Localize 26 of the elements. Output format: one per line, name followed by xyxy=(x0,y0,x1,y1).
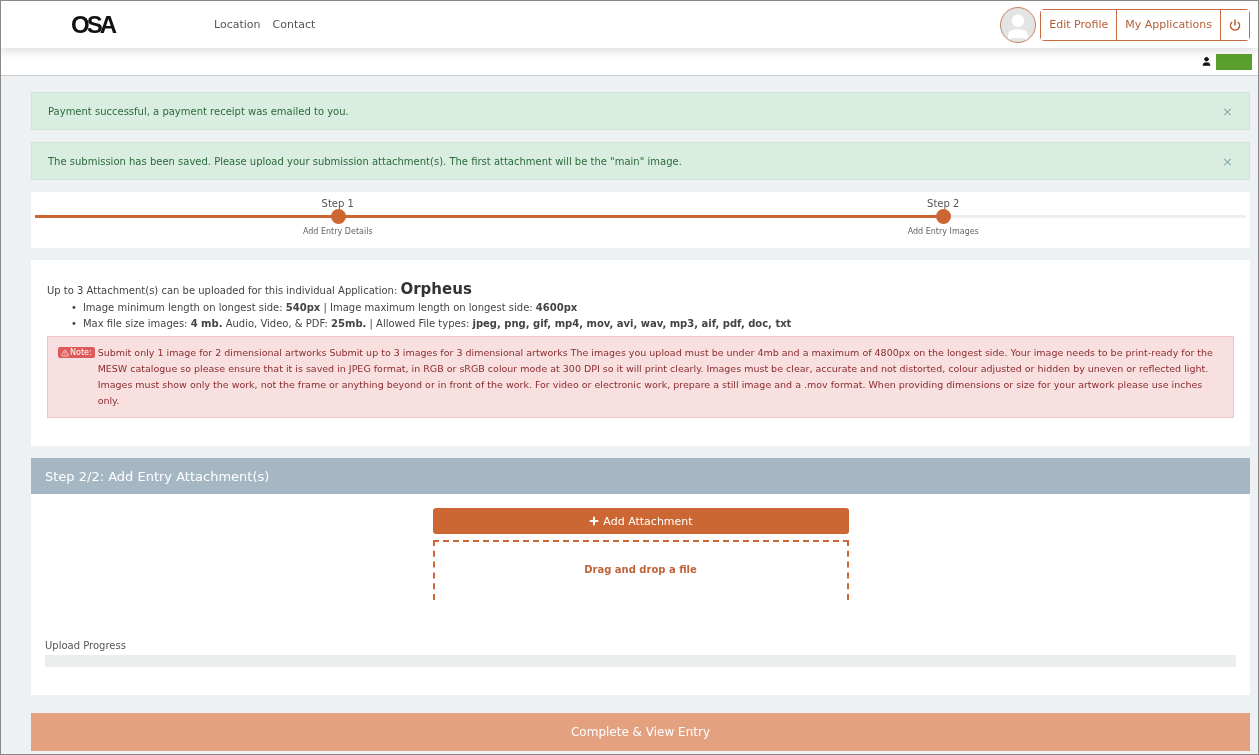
note-text: Submit only 1 image for 2 dimensional artworks Submit up to 3 images for 3 dimensional artworks The images you upload must be under 4mb and a maximum of 4800px on the longest side. Your image needs to be print-ready for the MESW catalogue so please ensure that it is saved in JPEG format, in RGB or sRGB colour mode at 300 DPI so it will print clearly. Images must be clear, accurate and not distorted, colour adjusted or hidden by uneven or reflected light. Images must show only the work, not the frame or anything beyond or in front of the work. For video or electronic work, prepare a still image and a .mov format. When providing dimensions or size for your artwork please use inches only. xyxy=(97,346,1214,408)
requirement-text: Max file size images: 4 mb. Audio, Video, & PDF: 25mb. | Allowed File types: jpeg, png, gif, mp4, mov, avi, wav, mp3, aif, pdf, doc, txt xyxy=(82,317,792,332)
panel-title: Step 2/2: Add Entry Attachment(s) xyxy=(31,458,1250,494)
status-bar xyxy=(1216,53,1252,70)
user-icon xyxy=(1201,56,1212,67)
power-button[interactable] xyxy=(1220,9,1249,40)
note-badge: Note: xyxy=(58,347,95,358)
step-caption: Add Entry Images xyxy=(907,227,979,236)
avatar-icon[interactable] xyxy=(1000,6,1037,43)
step-caption: Add Entry Details xyxy=(302,227,373,236)
drop-zone[interactable]: Drag and drop a file xyxy=(432,540,849,600)
alert-text: Payment successful, a payment receipt was emailed to you. xyxy=(48,105,349,117)
step-title: Step 1 xyxy=(321,198,354,209)
logo[interactable]: OSA xyxy=(71,10,114,39)
nav-link[interactable]: Contact xyxy=(272,18,316,31)
plus-icon xyxy=(588,515,601,527)
progress-label: Upload Progress xyxy=(45,640,127,651)
nav-link[interactable]: Location xyxy=(214,18,261,31)
power-icon xyxy=(1229,18,1241,31)
step-title: Step 2 xyxy=(927,198,960,209)
bullet-marker: • xyxy=(71,317,77,331)
upload-intro: Up to 3 Attachment(s) can be uploaded for this individual Application: Orpheus xyxy=(47,280,473,298)
bullet-marker: • xyxy=(71,301,77,315)
alert-text: The submission has been saved. Please upload your submission attachment(s). The first attachment will be the "main" image. xyxy=(48,155,682,167)
requirement-text: Image minimum length on longest side: 540px | Image maximum length on longest side: 4600px xyxy=(82,301,578,316)
add-attachment-button[interactable]: Add Attachment xyxy=(432,508,849,534)
